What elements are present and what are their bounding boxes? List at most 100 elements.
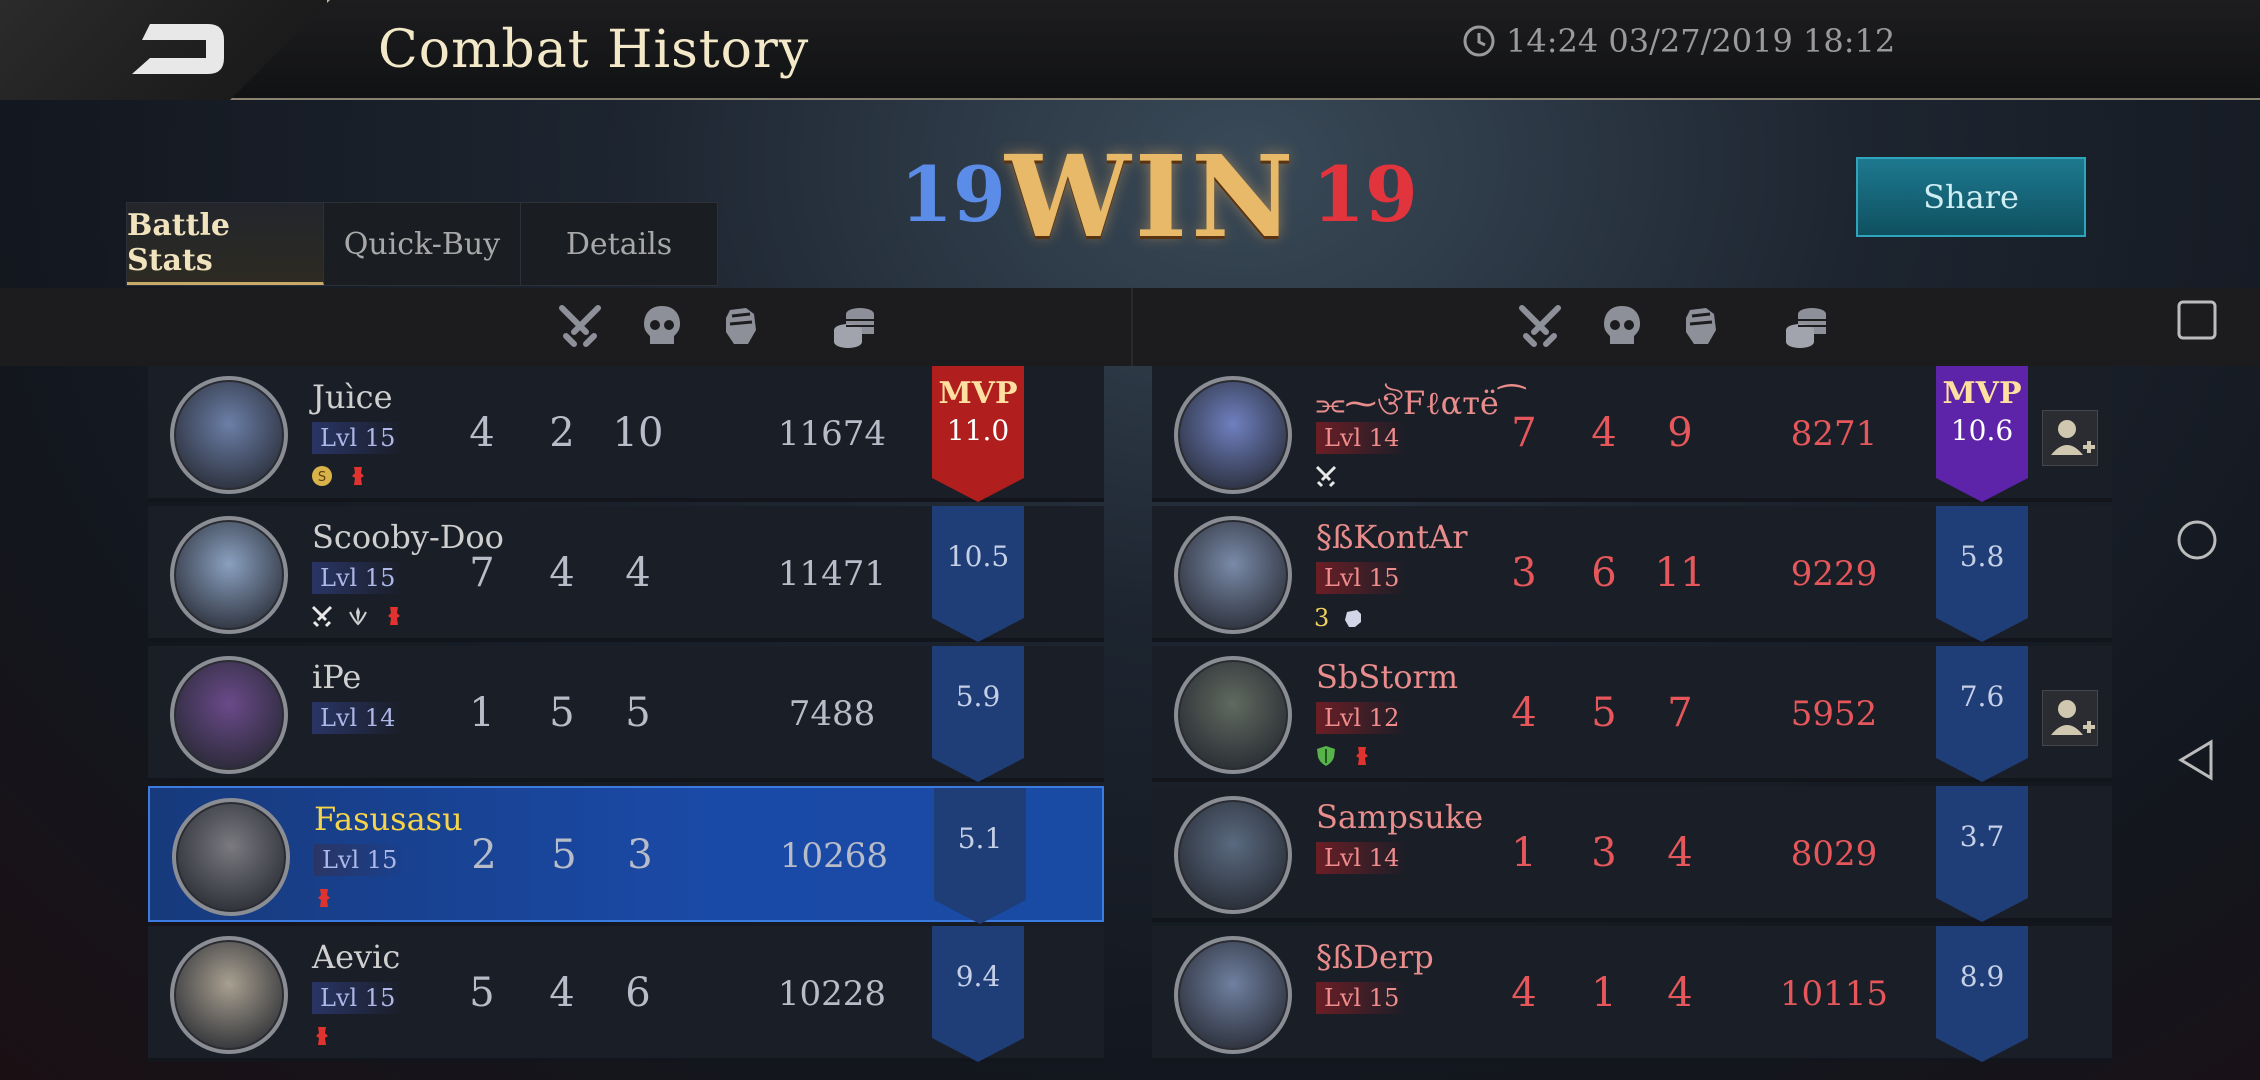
wreath-icon <box>349 607 367 626</box>
crossed-swords-icon <box>559 305 601 347</box>
stat-gold: 11471 <box>777 554 887 594</box>
stat-deaths: 3 <box>1591 830 1617 876</box>
hero-avatar[interactable] <box>170 376 288 494</box>
rating-value: 5.8 <box>1959 540 2005 573</box>
red-tower-icon <box>388 607 400 625</box>
fist-icon <box>726 308 756 344</box>
player-row[interactable]: SbStorm Lvl 12 4 5 7 5952 7.6 <box>1152 646 2112 782</box>
player-name: Aevic <box>312 938 401 976</box>
hero-avatar[interactable] <box>170 656 288 774</box>
home-icon[interactable] <box>2175 518 2219 562</box>
badge-count: 3 <box>1314 604 1330 632</box>
rating-value: 3.7 <box>1959 820 2005 853</box>
player-row[interactable]: Fasusasu Lvl 15 2 5 3 10268 5.1 <box>148 786 1104 924</box>
rating-badge: 9.4 <box>932 926 1024 1062</box>
rating-badge: MVP 10.6 <box>1936 366 2028 502</box>
rating-banner <box>932 506 1024 642</box>
coins-icon <box>1786 308 1826 348</box>
crossed-swords-icon <box>311 605 333 628</box>
stat-assists: 4 <box>1667 970 1693 1016</box>
hero-avatar[interactable] <box>1174 516 1292 634</box>
hero-avatar[interactable] <box>1174 656 1292 774</box>
hero-avatar[interactable] <box>170 936 288 1054</box>
add-friend-button[interactable] <box>2042 690 2098 746</box>
tab-battle-stats[interactable]: Battle Stats <box>127 203 324 285</box>
hero-avatar[interactable] <box>172 798 290 916</box>
player-row[interactable]: iPe Lvl 14 1 5 5 7488 5.9 <box>148 646 1104 782</box>
add-friend-button[interactable] <box>2042 410 2098 466</box>
stat-kills: 2 <box>471 832 497 878</box>
team-divider <box>1131 288 1133 366</box>
player-row[interactable]: Juìce Lvl 15 S 4 2 10 11674 MVP 11.0 <box>148 366 1104 502</box>
player-badges <box>310 604 406 628</box>
stat-kills: 4 <box>1511 690 1537 736</box>
rating-value: 11.0 <box>946 414 1010 447</box>
tab-bar: Battle Stats Quick-Buy Details <box>126 202 718 286</box>
player-badges <box>312 886 336 910</box>
stat-assists: 4 <box>625 550 651 596</box>
coin-icon: S <box>312 466 332 486</box>
rating-banner <box>934 788 1026 924</box>
red-tower-icon <box>1356 747 1368 765</box>
player-row[interactable]: §ßKontAr Lvl 15 3 3 6 11 9229 5.8 <box>1152 506 2112 642</box>
stat-gold: 10228 <box>777 974 887 1014</box>
stat-deaths: 4 <box>1591 410 1617 456</box>
player-name: §ßKontAr <box>1316 518 1468 556</box>
player-row[interactable]: Scooby-Doo Lvl 15 7 4 4 11471 10.5 <box>148 506 1104 642</box>
stat-assists: 9 <box>1667 410 1693 456</box>
stat-deaths: 5 <box>551 832 577 878</box>
hero-avatar[interactable] <box>170 516 288 634</box>
stat-kills: 4 <box>469 410 495 456</box>
stat-deaths: 6 <box>1591 550 1617 596</box>
rating-value: 5.9 <box>955 680 1001 713</box>
mvp-label: MVP <box>1942 376 2022 411</box>
player-badges: 3 <box>1314 604 1365 632</box>
nav-back-icon[interactable] <box>2175 738 2219 782</box>
stat-gold: 8029 <box>1790 834 1878 874</box>
stat-kills: 5 <box>469 970 495 1016</box>
skull-column-header <box>638 302 686 350</box>
stat-deaths: 4 <box>549 550 575 596</box>
rating-banner <box>932 646 1024 782</box>
player-badges <box>310 1024 334 1048</box>
player-name: iPe <box>312 658 362 696</box>
player-level: Lvl 14 <box>1316 842 1408 874</box>
stat-gold: 9229 <box>1790 554 1878 594</box>
rating-banner <box>1936 506 2028 642</box>
match-timestamp: 14:24 03/27/2019 18:12 <box>1462 22 1895 60</box>
crossed-swords-icon <box>1315 465 1337 488</box>
hero-avatar[interactable] <box>1174 376 1292 494</box>
timestamp-text: 14:24 03/27/2019 18:12 <box>1506 22 1896 60</box>
svg-text:S: S <box>318 470 326 485</box>
coins-column-header <box>830 302 878 350</box>
player-name: §ßDerp <box>1316 938 1434 976</box>
player-row[interactable]: Aevic Lvl 15 5 4 6 10228 9.4 <box>148 926 1104 1062</box>
player-name: Fasusasu <box>314 800 463 838</box>
player-row[interactable]: Sampsuke Lvl 14 1 3 4 8029 3.7 <box>1152 786 2112 922</box>
add-friend-icon <box>2051 420 2095 455</box>
stat-gold: 7488 <box>788 694 876 734</box>
tab-details[interactable]: Details <box>521 203 717 285</box>
stat-gold: 5952 <box>1790 694 1878 734</box>
player-level: Lvl 14 <box>1316 422 1408 454</box>
hero-avatar[interactable] <box>1174 936 1292 1054</box>
player-level: Lvl 15 <box>312 982 404 1014</box>
back-button[interactable] <box>120 18 230 82</box>
rating-value: 10.6 <box>1950 414 2014 447</box>
rating-badge: 8.9 <box>1936 926 2028 1062</box>
player-row[interactable]: ⫘⁓ঔFℓαтё⁀ Lvl 14 7 4 9 8271 MVP 10.6 <box>1152 366 2112 502</box>
recent-apps-icon[interactable] <box>2175 298 2219 342</box>
coins-column-header <box>1782 302 1830 350</box>
hero-avatar[interactable] <box>1174 796 1292 914</box>
rating-badge: 3.7 <box>1936 786 2028 922</box>
rating-value: 8.9 <box>1959 960 2005 993</box>
fist-column-header <box>716 302 764 350</box>
shield-icon <box>1317 746 1335 766</box>
tab-quick-buy[interactable]: Quick-Buy <box>324 203 521 285</box>
player-row[interactable]: §ßDerp Lvl 15 4 1 4 10115 8.9 <box>1152 926 2112 1062</box>
share-button[interactable]: Share <box>1856 157 2086 237</box>
red-tower-icon <box>352 467 364 485</box>
rating-banner <box>1936 926 2028 1062</box>
skull-icon <box>1604 306 1640 344</box>
stat-deaths: 5 <box>1591 690 1617 736</box>
